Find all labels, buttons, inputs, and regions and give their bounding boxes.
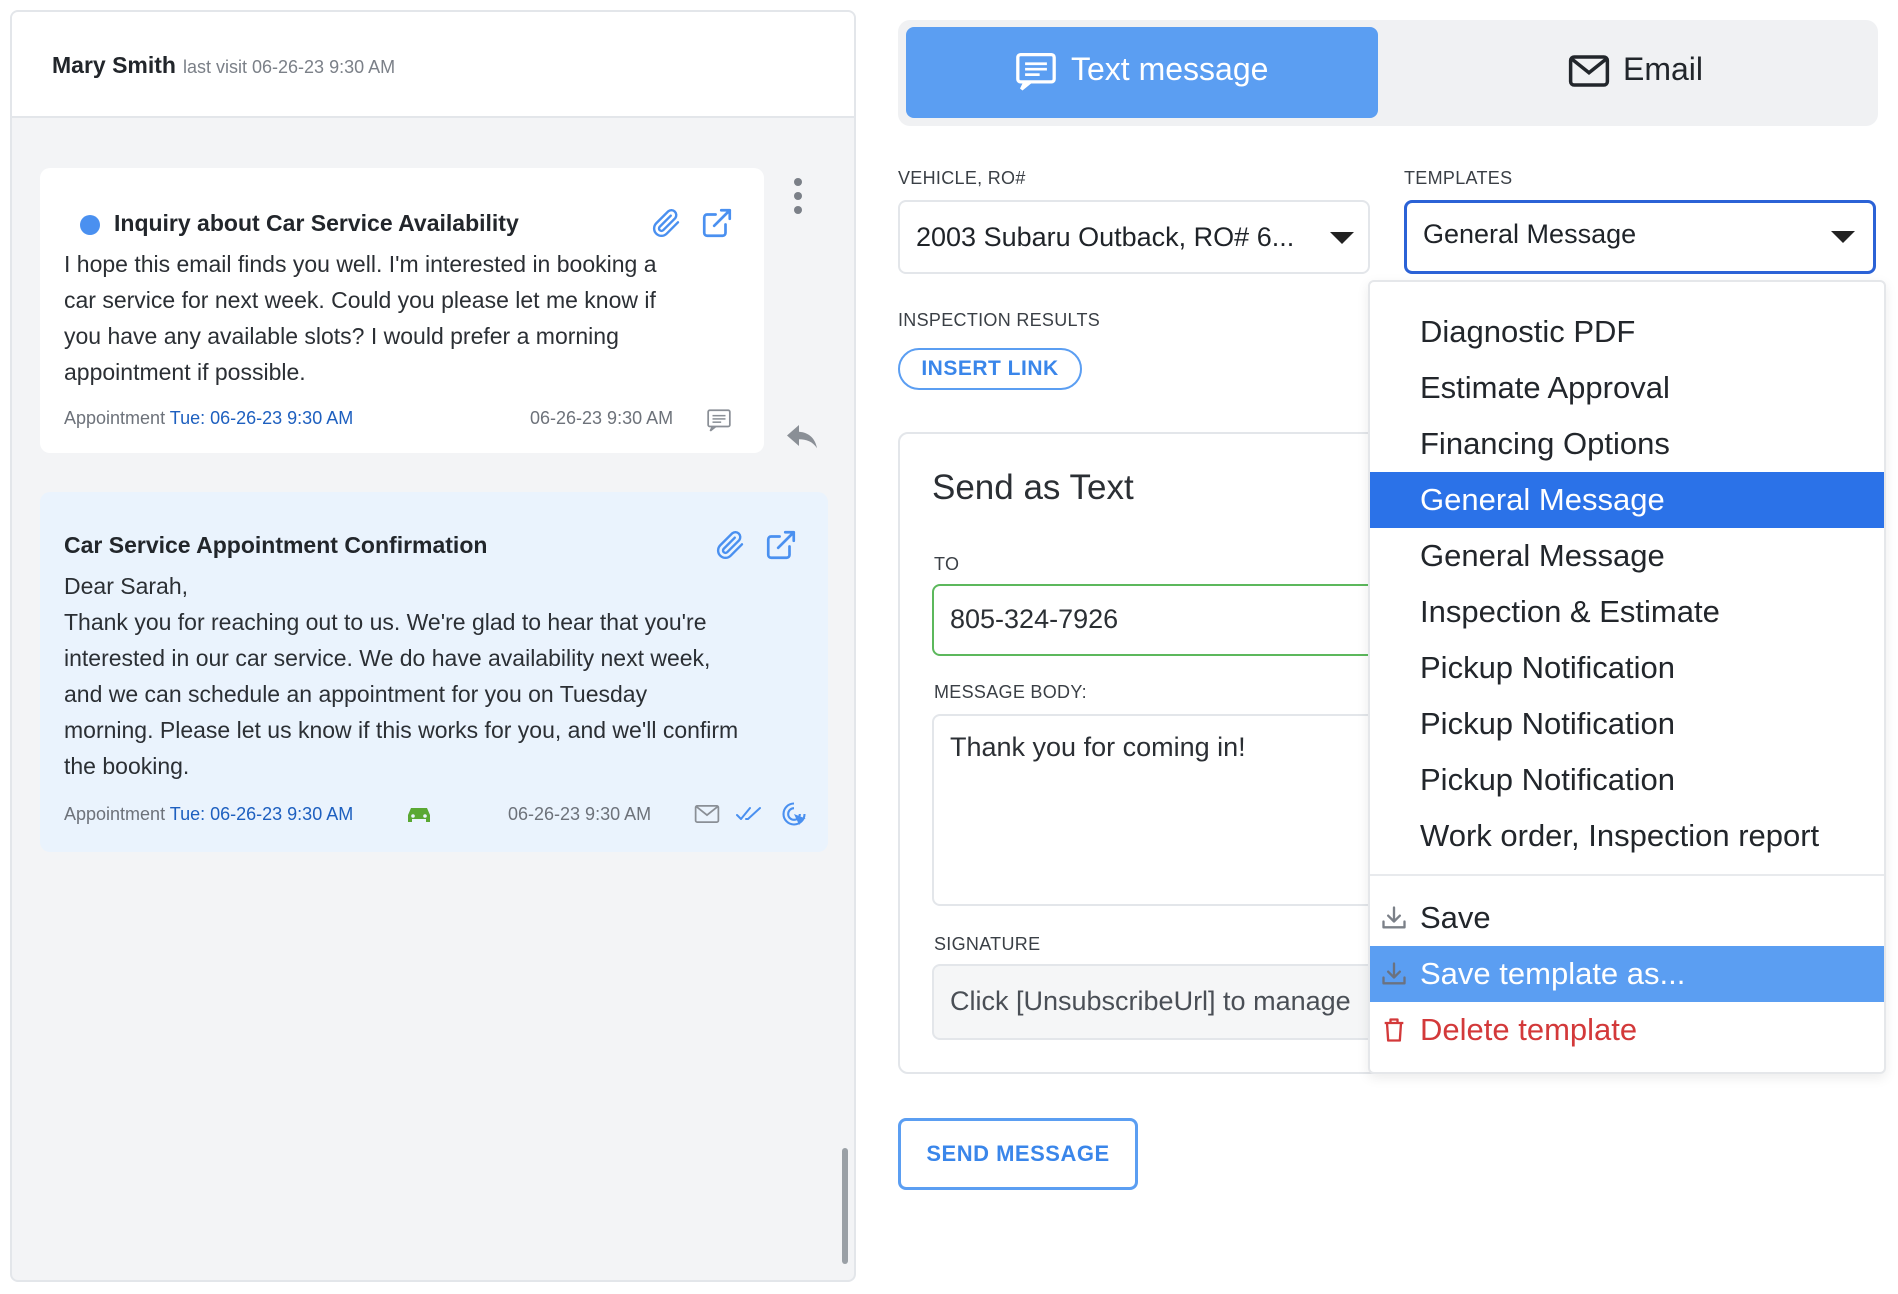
template-option[interactable]: Pickup Notification [1370, 640, 1884, 696]
message-body-label: MESSAGE BODY: [934, 682, 1087, 702]
vehicle-select[interactable]: 2003 Subaru Outback, RO# 6... [898, 200, 1370, 274]
appointment-link[interactable]: Tue: 06-26-23 9:30 AM [170, 408, 353, 428]
message-title: Car Service Appointment Confirmation [64, 532, 488, 558]
download-icon [1382, 906, 1406, 929]
link-clicked-icon [782, 802, 806, 826]
chat-icon [1016, 53, 1056, 91]
send-message-button[interactable]: SEND MESSAGE [898, 1118, 1138, 1190]
save-template-as-item[interactable]: Save template as... [1370, 946, 1884, 1002]
templates-select[interactable]: General Message [1404, 200, 1876, 274]
unread-dot-icon [80, 215, 100, 235]
template-option-selected[interactable]: General Message [1370, 472, 1884, 528]
template-option[interactable]: Pickup Notification [1370, 696, 1884, 752]
last-visit: last visit 06-26-23 9:30 AM [183, 57, 396, 77]
vehicle-label: VEHICLE, RO# [898, 168, 1026, 188]
delivered-check-icon [736, 807, 761, 820]
save-template-label: Save [1420, 900, 1491, 935]
message-card[interactable]: Car Service Appointment Confirmation Dea… [40, 492, 828, 852]
appointment-info: Appointment Tue: 06-26-23 9:30 AM [64, 804, 353, 825]
appointment-link[interactable]: Tue: 06-26-23 9:30 AM [170, 804, 353, 824]
attachment-icon[interactable] [714, 528, 746, 562]
signature-label: SIGNATURE [934, 934, 1041, 954]
signature-field[interactable]: Click [UnsubscribeUrl] to manage [932, 964, 1432, 1040]
appointment-label: Appointment [64, 408, 166, 428]
template-option[interactable]: Work order, Inspection report [1370, 808, 1884, 864]
template-option[interactable]: General Message [1370, 528, 1884, 584]
message-body-textarea[interactable]: Thank you for coming in! [932, 714, 1432, 906]
menu-divider [1370, 874, 1884, 876]
message-timestamp: 06-26-23 9:30 AM [508, 804, 652, 824]
to-field-value: 805-324-7926 [950, 604, 1119, 634]
download-icon [1382, 962, 1406, 985]
tab-email-label: Email [1623, 51, 1704, 87]
templates-select-value: General Message [1423, 219, 1637, 249]
appointment-info: Appointment Tue: 06-26-23 9:30 AM [64, 408, 353, 429]
tab-text-label: Text message [1071, 51, 1269, 87]
tab-text-message[interactable]: Text message [906, 27, 1378, 118]
template-option[interactable]: Estimate Approval [1370, 360, 1884, 416]
message-line: appointment if possible. [64, 359, 306, 385]
message-title: Inquiry about Car Service Availability [114, 210, 519, 236]
templates-dropdown-menu: Diagnostic PDF Estimate Approval Financi… [1368, 280, 1886, 1074]
message-line: you have any available slots? I would pr… [64, 323, 619, 349]
send-as-text-card: Send as Text TO 805-324-7926 MESSAGE BOD… [898, 432, 1432, 1074]
message-body: Dear Sarah, Thank you for reaching out t… [64, 568, 738, 784]
to-field[interactable]: 805-324-7926 [932, 584, 1432, 656]
message-line: and we can schedule an appointment for y… [64, 681, 648, 707]
message-line: I hope this email finds you well. I'm in… [64, 251, 657, 277]
open-external-icon[interactable] [764, 528, 798, 562]
template-option[interactable]: Pickup Notification [1370, 752, 1884, 808]
template-option[interactable]: Financing Options [1370, 416, 1884, 472]
delete-template-label: Delete template [1420, 1012, 1638, 1047]
signature-value: Click [UnsubscribeUrl] to manage [950, 986, 1351, 1016]
open-external-icon[interactable] [700, 206, 734, 240]
message-card[interactable]: Inquiry about Car Service Availability I… [40, 168, 764, 453]
template-option[interactable]: Diagnostic PDF [1370, 304, 1884, 360]
message-line: car service for next week. Could you ple… [64, 287, 656, 313]
appointment-label: Appointment [64, 804, 166, 824]
customer-name: Mary Smith [52, 52, 176, 78]
tab-email[interactable]: Email [1380, 27, 1870, 118]
message-body: I hope this email finds you well. I'm in… [64, 246, 657, 390]
send-as-title: Send as Text [932, 468, 1134, 507]
message-timestamp: 06-26-23 9:30 AM [530, 408, 674, 428]
more-options-icon[interactable] [792, 176, 804, 216]
templates-label: TEMPLATES [1404, 168, 1513, 188]
insert-link-button[interactable]: INSERT LINK [898, 348, 1082, 390]
email-icon [694, 805, 720, 823]
message-line: Thank you for reaching out to us. We're … [64, 609, 707, 635]
template-option[interactable]: Inspection & Estimate [1370, 584, 1884, 640]
message-body-value: Thank you for coming in! [950, 732, 1246, 762]
inspection-results-label: INSPECTION RESULTS [898, 310, 1101, 330]
save-template-item[interactable]: Save [1370, 890, 1884, 946]
chevron-down-icon [1330, 232, 1354, 244]
message-line: morning. Please let us know if this work… [64, 717, 739, 743]
delete-template-item[interactable]: Delete template [1370, 1002, 1884, 1058]
email-icon [1568, 55, 1610, 87]
save-template-as-label: Save template as... [1420, 956, 1686, 991]
trash-icon [1384, 1018, 1404, 1042]
message-line: interested in our car service. We do hav… [64, 645, 711, 671]
chevron-down-icon [1831, 231, 1855, 243]
attachment-icon[interactable] [650, 206, 682, 240]
car-icon [408, 808, 430, 822]
reply-icon[interactable] [784, 422, 820, 452]
sms-icon [707, 409, 731, 432]
conversation-panel: Mary Smith last visit 06-26-23 9:30 AM I… [10, 10, 856, 1282]
message-line: the booking. [64, 753, 190, 779]
conversation-header: Mary Smith last visit 06-26-23 9:30 AM [12, 12, 854, 118]
message-line: Dear Sarah, [64, 573, 189, 599]
scrollbar[interactable] [842, 1148, 848, 1264]
vehicle-select-value: 2003 Subaru Outback, RO# 6... [916, 222, 1295, 252]
to-label: TO [934, 554, 960, 574]
